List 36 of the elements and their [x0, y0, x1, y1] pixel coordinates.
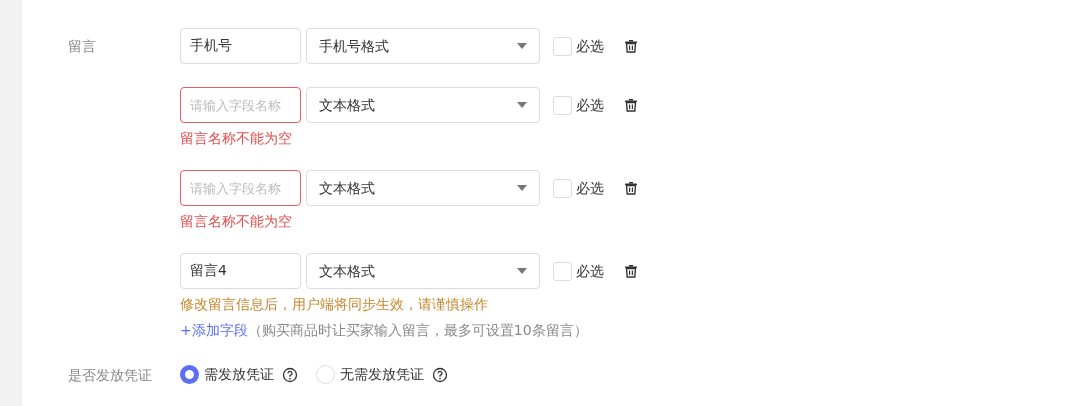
checkbox-label[interactable]: 必选	[576, 177, 604, 199]
delete-icon[interactable]	[624, 39, 638, 53]
radio-label[interactable]: 无需发放凭证	[340, 364, 424, 385]
error-message: 留言名称不能为空	[180, 129, 293, 147]
delete-icon[interactable]	[624, 98, 638, 112]
checkbox-label[interactable]: 必选	[576, 94, 604, 116]
warning-message: 修改留言信息后，用户端将同步生效，请谨慎操作	[180, 295, 489, 313]
add-field-link[interactable]: +添加字段	[180, 322, 248, 338]
name-field[interactable]: 请输入字段名称	[180, 87, 301, 123]
field-label: 是否发放凭证	[68, 366, 152, 383]
error-message: 留言名称不能为空	[180, 212, 293, 230]
help-icon[interactable]	[432, 366, 448, 383]
format-select[interactable]: 文本格式	[306, 253, 540, 289]
format-select[interactable]: 手机号格式	[306, 28, 540, 64]
required-checkbox[interactable]	[553, 178, 572, 198]
caret-icon	[517, 102, 527, 108]
caret-icon	[517, 185, 527, 191]
format-select[interactable]: 文本格式	[306, 87, 540, 123]
checkbox-label[interactable]: 必选	[576, 260, 604, 282]
field-label: 留言	[68, 38, 96, 54]
radio-label[interactable]: 需发放凭证	[204, 364, 274, 385]
checkbox-label[interactable]: 必选	[576, 35, 604, 57]
name-field[interactable]: 留言4	[180, 253, 301, 289]
caret-icon	[517, 268, 527, 274]
caret-icon	[517, 43, 527, 49]
format-select[interactable]: 文本格式	[306, 170, 540, 206]
required-checkbox[interactable]	[553, 95, 572, 115]
delete-icon[interactable]	[624, 264, 638, 278]
delete-icon[interactable]	[624, 181, 638, 195]
radio-button[interactable]	[180, 365, 199, 384]
required-checkbox[interactable]	[553, 36, 572, 56]
name-field[interactable]: 请输入字段名称	[180, 170, 301, 206]
hint-text: （购买商品时让买家输入留言，最多可设置10条留言）	[247, 322, 588, 338]
help-icon[interactable]	[282, 366, 298, 383]
required-checkbox[interactable]	[553, 261, 572, 281]
name-field[interactable]: 手机号	[180, 28, 301, 64]
